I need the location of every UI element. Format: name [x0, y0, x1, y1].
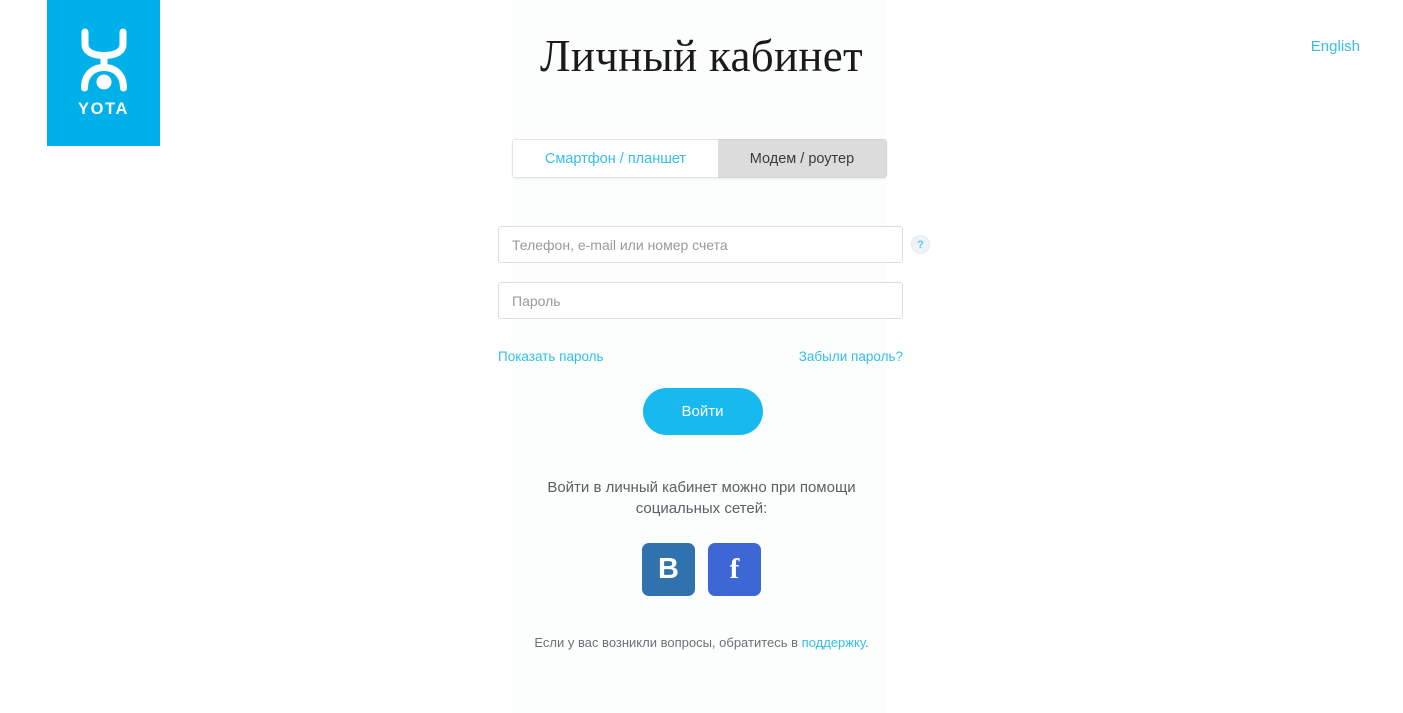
social-prompt-line-1: Войти в личный кабинет можно при помощи: [547, 479, 856, 496]
facebook-icon[interactable]: f: [708, 543, 761, 596]
password-input[interactable]: [498, 282, 903, 319]
password-field-row: [498, 282, 903, 319]
social-login-prompt: Войти в личный кабинет можно при помощи …: [0, 477, 1403, 519]
language-switch-link[interactable]: English: [1311, 38, 1360, 55]
social-prompt-line-2: социальных сетей:: [635, 500, 768, 517]
vkontakte-icon[interactable]: В: [642, 543, 695, 596]
tab-smartphone-tablet[interactable]: Смартфон / планшет: [512, 139, 718, 178]
login-form: ?: [498, 226, 930, 338]
support-note-text-before: Если у вас возникли вопросы, обратитесь …: [534, 635, 802, 650]
show-password-link[interactable]: Показать пароль: [498, 349, 604, 364]
submit-button-wrapper: Войти: [0, 388, 1403, 435]
yota-wordmark: YOTA: [77, 99, 129, 118]
support-note-text-after: .: [865, 635, 869, 650]
support-note: Если у вас возникли вопросы, обратитесь …: [0, 635, 1403, 650]
help-icon[interactable]: ?: [911, 235, 930, 254]
forgot-password-link[interactable]: Забыли пароль?: [799, 349, 903, 364]
support-link[interactable]: поддержку: [802, 635, 865, 650]
login-submit-button[interactable]: Войти: [642, 388, 763, 435]
page-title: Личный кабинет: [540, 31, 863, 81]
form-links-row: Показать пароль Забыли пароль?: [498, 349, 903, 364]
social-login-buttons: В f: [0, 543, 1403, 596]
login-field-row: ?: [498, 226, 930, 263]
tab-modem-router[interactable]: Модем / роутер: [717, 139, 887, 178]
device-type-tabs: Смартфон / планшет Модем / роутер: [512, 139, 887, 178]
login-input[interactable]: [498, 226, 903, 263]
